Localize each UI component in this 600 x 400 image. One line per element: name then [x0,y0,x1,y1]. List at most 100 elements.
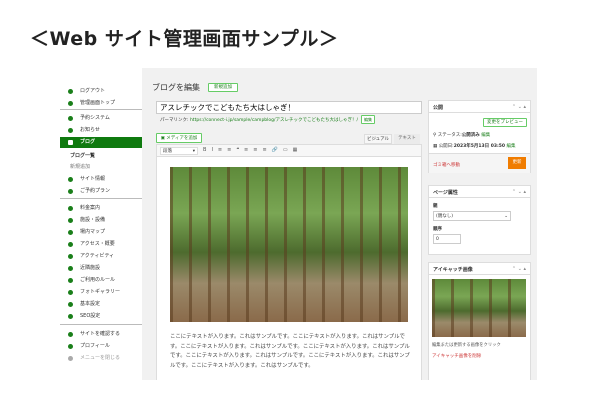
box-controls-icon[interactable]: ⌃ ⌄ ▴ [512,266,526,272]
sidebar-item[interactable]: ログアウト [60,86,142,97]
sidebar-item-label: アクティビティ [80,253,115,259]
toolbar-button[interactable]: ≡ [227,147,231,153]
sidebar-item[interactable]: 施設・設備 [60,215,142,226]
home-icon [68,101,73,106]
page-title: ＜Web サイト管理画面サンプル＞ [30,28,339,50]
sidebar-item-label: サイトを確認する [80,331,121,337]
map-icon [68,230,73,235]
featured-image[interactable] [432,279,526,337]
publish-box: 公開 ⌃ ⌄ ▴ 変更をプレビュー ⚲ ステータス:公開済み 編集 ▦ 公開日:2… [428,100,531,173]
sidebar: ログアウト 管理画面トップ 予約システム お知らせ ブログ ブログ一覧 新規追加 サイト情報ご… [60,68,142,380]
sidebar-item[interactable]: ご予約プラン [60,186,142,197]
permalink-edit-button[interactable]: 編集 [361,115,375,124]
admin-window: ログアウト 管理画面トップ 予約システム お知らせ ブログ ブログ一覧 新規追加 サイト情報ご… [60,68,537,380]
order-input[interactable]: 0 [433,234,461,244]
update-button[interactable]: 更新 [508,157,526,169]
date-edit-link[interactable]: 編集 [506,144,515,149]
sidebar-item[interactable]: 新規追加 [60,162,142,173]
trash-link[interactable]: ゴミ箱へ移動 [433,162,460,168]
sidebar-item[interactable]: メニューを閉じる [60,353,142,364]
sidebar-item[interactable]: ご利用のルール [60,275,142,286]
permalink-label: パーマリンク: [160,118,189,123]
divider [60,109,142,110]
sidebar-item[interactable]: 基本設定 [60,299,142,310]
date-value: 2023年5月13日 03:50 [453,144,506,149]
sidebar-item-label: 基本設定 [80,301,101,307]
tag-icon [68,189,73,194]
status-value: 公開済み [461,133,480,138]
new-post-button[interactable]: 新規追加 [208,83,238,92]
sidebar-item-label: ブログ [80,139,96,145]
sidebar-item[interactable]: 料金案内 [60,203,142,214]
sidebar-item[interactable]: フォトギャラリー [60,287,142,298]
toolbar-button[interactable]: ≡ [262,147,266,153]
order-label: 順序 [433,227,442,232]
document-icon [68,140,73,145]
date-label: 公開日: [438,144,454,149]
sidebar-item-label: ご利用のルール [80,277,116,283]
sidebar-item[interactable]: アクセス・概要 [60,239,142,250]
editor-area[interactable]: 段落 ▾ B I ≡ ≡ ❝ ≡ ≡ ≡ 🔗 ▭ ▦ ここにテキストが入ります。これはサンプルです。こ… [156,144,422,380]
sidebar-item[interactable]: プロフィール [60,341,142,352]
toolbar-button[interactable]: ≡ [244,147,248,153]
user-icon [68,344,73,349]
box-controls-icon[interactable]: ⌃ ⌄ ▴ [512,104,526,110]
flag-icon [68,218,73,223]
sidebar-item[interactable]: 近隣施設 [60,263,142,274]
editor-body-text[interactable]: ここにテキストが入ります。これはサンプルです。ここにテキストが入ります。これはサ… [170,333,410,371]
activity-icon [68,254,73,259]
sidebar-item[interactable]: 場内マップ [60,227,142,238]
featured-hint: 編集または更新する画像をクリック [432,343,501,348]
tab-text[interactable]: テキスト [394,134,420,144]
post-title-input[interactable] [156,101,422,114]
main-content: ブログを編集 新規追加 パーマリンク: https://connect-i.jp… [148,68,537,380]
toolbar-button[interactable]: ▭ [283,147,288,153]
sidebar-item-label: 施設・設備 [80,217,106,223]
sidebar-item[interactable]: ブログ [60,137,142,148]
sidebar-item[interactable]: サイトを確認する [60,329,142,340]
preview-button[interactable]: 変更をプレビュー [483,118,527,127]
toolbar-button[interactable]: I [211,147,212,153]
sidebar-item[interactable]: サイト情報 [60,174,142,185]
toolbar-button[interactable]: B [203,147,206,153]
sidebar-item-label: プロフィール [80,343,110,349]
parent-label: 親 [433,204,438,209]
sidebar-item[interactable]: 管理画面トップ [60,98,142,109]
sidebar-item-label: フォトギャラリー [80,289,121,295]
remove-featured-link[interactable]: アイキャッチ画像を削除 [432,353,481,359]
calendar-icon [68,116,73,121]
sidebar-item-label: 料金案内 [80,205,101,211]
toolbar-button[interactable]: ≡ [253,147,257,153]
sidebar-item-label: 近隣施設 [80,265,101,271]
add-media-label: メディアを追加 [166,136,198,141]
house-icon [68,177,73,182]
toolbar-button[interactable]: ❝ [236,147,239,153]
toolbar-button[interactable]: 🔗 [272,147,278,153]
sidebar-item[interactable]: 予約システム [60,113,142,124]
featured-image-box: アイキャッチ画像 ⌃ ⌄ ▴ 編集または更新する画像をクリック アイキャッチ画像を… [428,262,531,380]
sidebar-item-label: メニューを閉じる [80,355,121,361]
page-attributes-box: ページ属性 ⌃ ⌄ ▴ 親 (親なし) ⌄ 順序 0 [428,185,531,255]
toolbar-button[interactable]: ≡ [218,147,222,153]
globe-icon [68,89,73,94]
editor-toolbar: 段落 ▾ B I ≡ ≡ ❝ ≡ ≡ ≡ 🔗 ▭ ▦ [157,145,421,157]
format-select[interactable]: 段落 ▾ [160,147,198,155]
sidebar-item-label: 予約システム [80,115,110,121]
sidebar-item-label: 場内マップ [80,229,106,235]
blog-image[interactable] [170,167,408,322]
sidebar-item[interactable]: お知らせ [60,125,142,136]
tab-visual[interactable]: ビジュアル [364,134,392,144]
sidebar-item-label: お知らせ [80,127,100,133]
box-controls-icon[interactable]: ⌃ ⌄ ▴ [512,189,526,195]
sidebar-item-label: 新規追加 [70,164,91,170]
add-media-button[interactable]: ▣ メディアを追加 [156,133,202,143]
sidebar-item[interactable]: SEO設定 [60,311,142,322]
permalink-link[interactable]: https://connect-i.jp/sample/campblog/アスレ… [190,118,358,123]
status-edit-link[interactable]: 編集 [481,133,490,138]
toolbar-button[interactable]: ▦ [293,147,298,153]
parent-select[interactable]: (親なし) ⌄ [433,211,511,221]
sidebar-item[interactable]: ブログ一覧 [60,151,142,162]
sidebar-item[interactable]: アクティビティ [60,251,142,262]
sidebar-item-label: アクセス・概要 [80,241,115,247]
rules-icon [68,278,73,283]
